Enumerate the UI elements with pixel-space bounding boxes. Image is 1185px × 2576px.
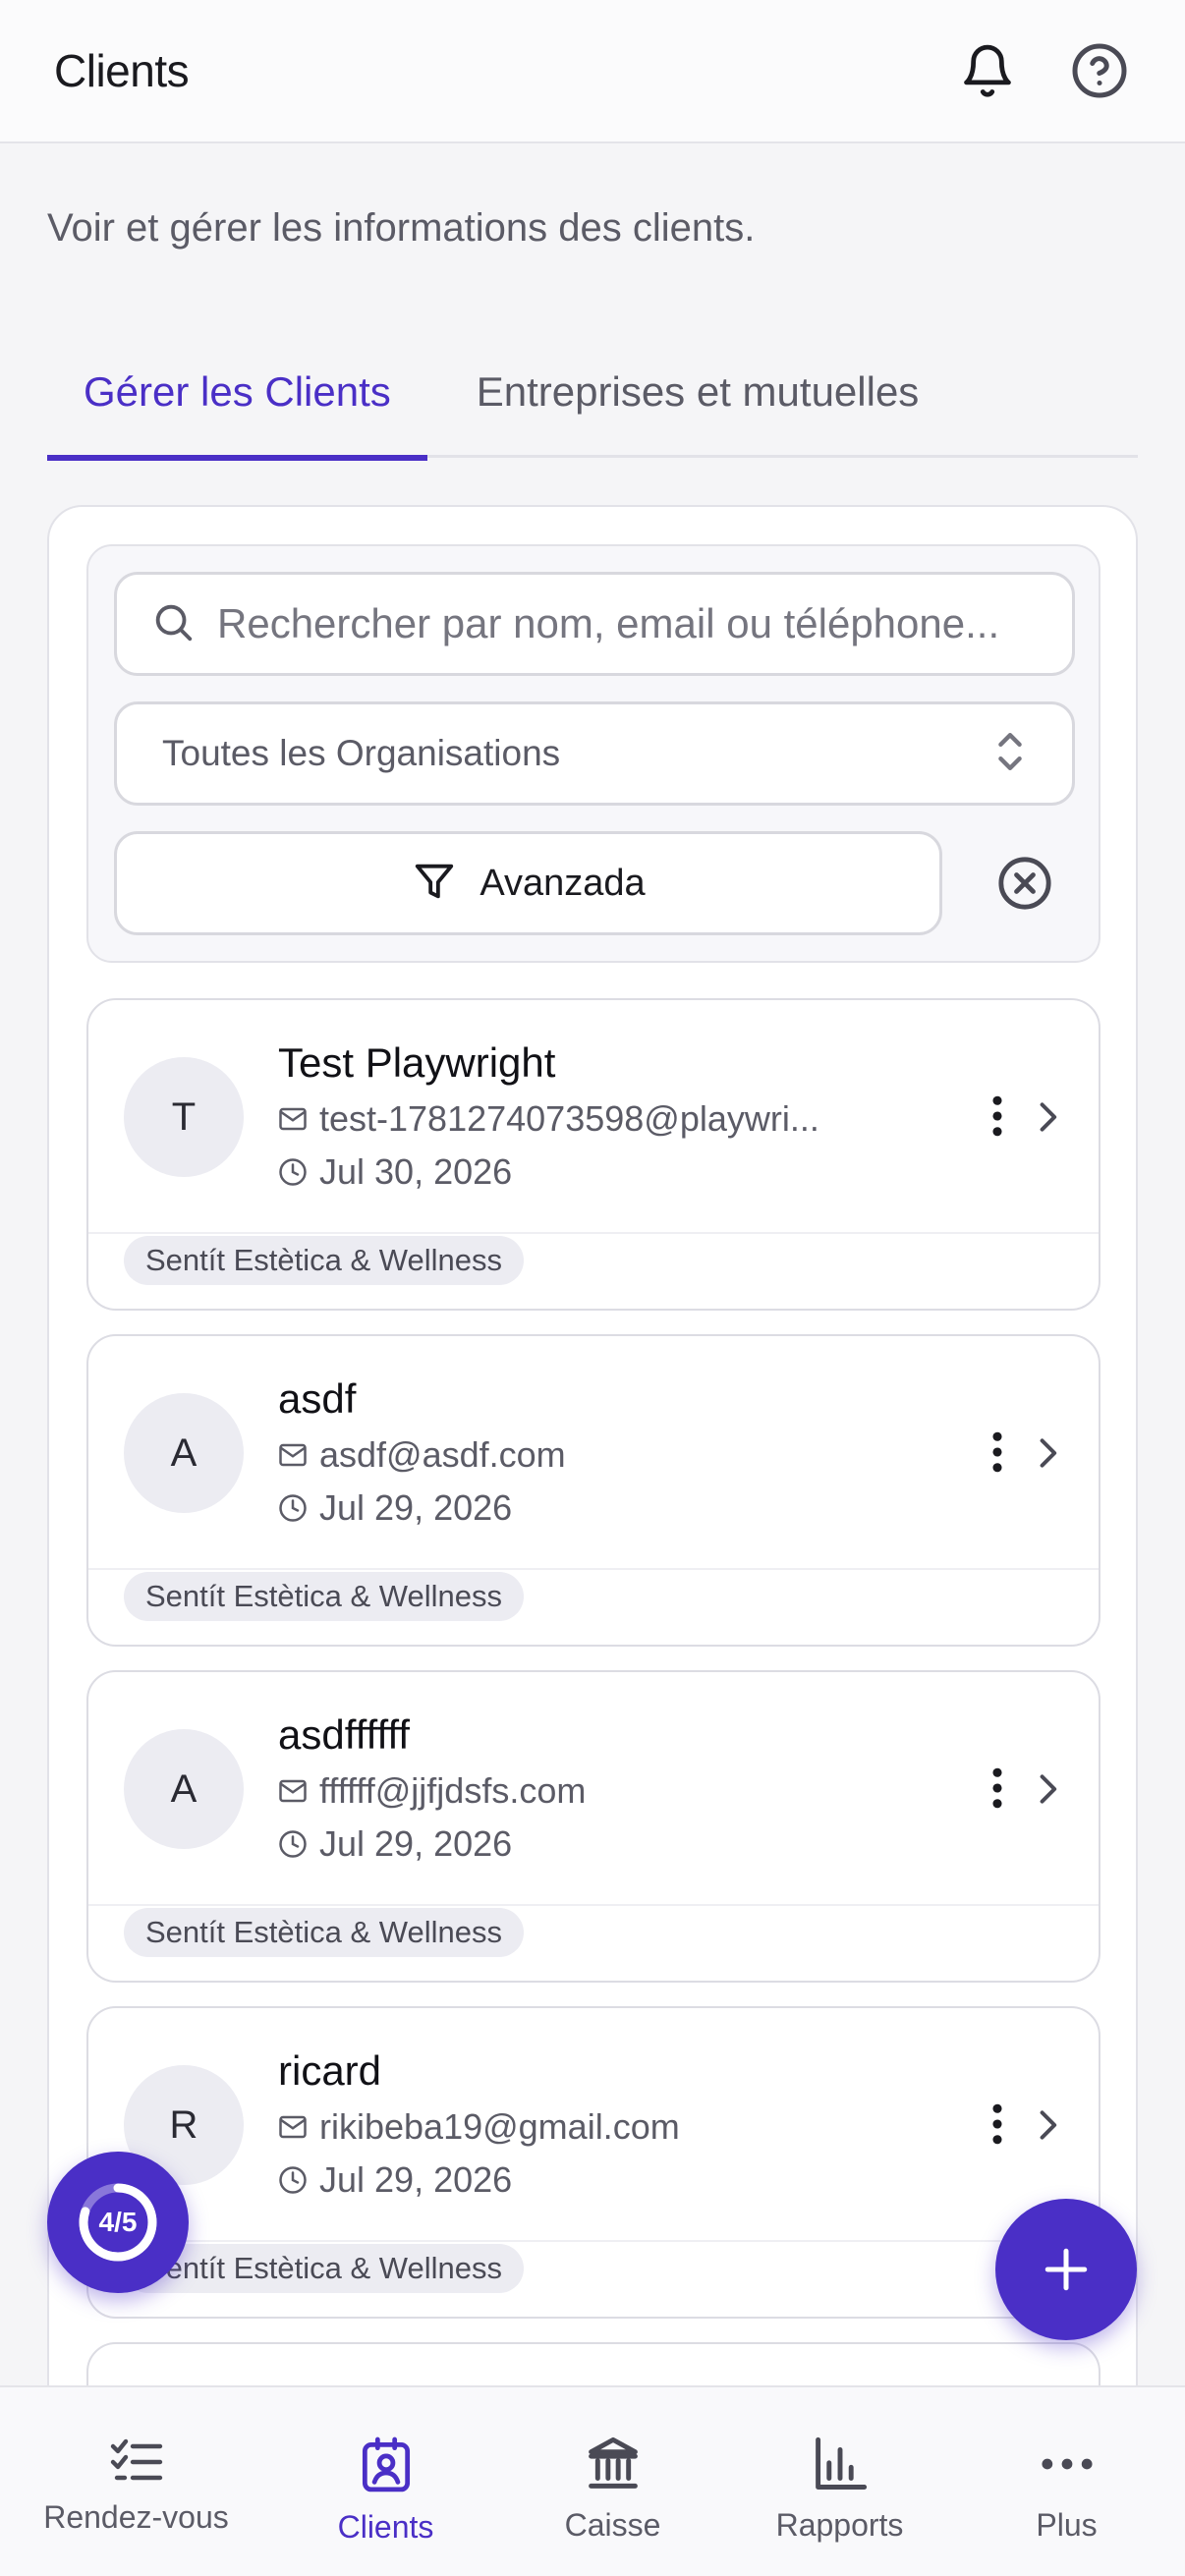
- page-subtitle: Voir et gérer les informations des clien…: [47, 206, 756, 250]
- nav-label: Rendez-vous: [43, 2499, 229, 2535]
- organisation-select-value: Toutes les Organisations: [162, 733, 561, 773]
- client-avatar: A: [124, 1393, 244, 1513]
- client-name: ricard: [278, 2047, 382, 2094]
- filter-funnel-icon: [411, 859, 458, 909]
- clock-icon: [278, 2165, 308, 2195]
- advanced-filter-label: Avanzada: [480, 862, 646, 904]
- organisation-select[interactable]: Toutes les Organisations: [114, 701, 1075, 806]
- add-client-button[interactable]: [995, 2199, 1137, 2340]
- search-placeholder: Rechercher par nom, email ou téléphone..…: [217, 600, 1000, 646]
- client-date: Jul 29, 2026: [319, 1823, 513, 1864]
- chevron-right-icon[interactable]: [1028, 1094, 1067, 1140]
- clock-icon: [278, 1829, 308, 1859]
- organisation-badge: Sentít Estètica & Wellness: [124, 1908, 524, 1957]
- top-app-bar: Clients: [0, 0, 1185, 143]
- nav-label: Caisse: [564, 2507, 661, 2543]
- bar-chart-icon: [815, 2436, 867, 2490]
- client-date-row: Jul 29, 2026: [278, 1823, 512, 1865]
- clock-icon: [278, 1493, 308, 1523]
- client-date: Jul 29, 2026: [319, 2159, 513, 2200]
- client-date: Jul 30, 2026: [319, 1151, 513, 1192]
- checklist-icon: [110, 2438, 162, 2481]
- client-date-row: Jul 29, 2026: [278, 2159, 512, 2201]
- page-title: Clients: [54, 45, 190, 96]
- client-card[interactable]: T Test Playwright test-1781274073598@pla…: [86, 998, 1100, 1311]
- organisation-badge: Sentít Estètica & Wellness: [124, 1236, 524, 1285]
- client-email-row: rikibeba19@gmail.com: [278, 2106, 680, 2148]
- more-horizontal-icon: [1041, 2458, 1093, 2470]
- chevron-right-icon[interactable]: [1028, 1430, 1067, 1476]
- nav-item-reports[interactable]: Rapports: [726, 2387, 953, 2576]
- client-name: Test Playwright: [278, 1039, 556, 1086]
- chevron-right-icon[interactable]: [1028, 1766, 1067, 1812]
- client-name: asdf: [278, 1375, 357, 1422]
- clock-icon: [278, 1157, 308, 1187]
- mail-icon: [278, 1776, 308, 1806]
- client-email-row: asdf@asdf.com: [278, 1434, 566, 1476]
- client-date: Jul 29, 2026: [319, 1487, 513, 1528]
- client-card-icon: [362, 2436, 410, 2492]
- client-name: asdffffff: [278, 1711, 410, 1758]
- tab-manage-clients[interactable]: Gérer les Clients: [47, 354, 427, 461]
- nav-label: Rapports: [775, 2507, 904, 2543]
- client-date-row: Jul 30, 2026: [278, 1151, 512, 1193]
- client-email-row: test-1781274073598@playwri...: [278, 1098, 819, 1140]
- mail-icon: [278, 2112, 308, 2142]
- search-input[interactable]: Rechercher par nom, email ou téléphone..…: [114, 572, 1075, 676]
- client-date-row: Jul 29, 2026: [278, 1487, 512, 1529]
- chevron-up-down-icon: [993, 728, 1027, 780]
- clients-panel: Rechercher par nom, email ou téléphone..…: [47, 505, 1138, 2576]
- chevron-right-icon[interactable]: [1028, 2102, 1067, 2148]
- bottom-navigation: Rendez-vous Clients Caisse Rapports Plus: [0, 2385, 1185, 2576]
- nav-item-cash[interactable]: Caisse: [499, 2387, 726, 2576]
- advanced-filter-button[interactable]: Avanzada: [114, 831, 942, 935]
- notifications-bell-icon[interactable]: [956, 39, 1019, 102]
- clear-filters-icon[interactable]: [994, 853, 1055, 914]
- nav-item-clients[interactable]: Clients: [272, 2387, 499, 2576]
- client-card[interactable]: A asdf asdf@asdf.com Jul 29, 2026 Sentít…: [86, 1334, 1100, 1647]
- filters-box: Rechercher par nom, email ou téléphone..…: [86, 544, 1100, 963]
- more-vertical-icon[interactable]: [983, 1423, 1012, 1482]
- client-card[interactable]: A asdffffff ffffff@jjfjdsfs.com Jul 29, …: [86, 1670, 1100, 1983]
- nav-item-more[interactable]: Plus: [953, 2387, 1180, 2576]
- plus-icon: [1044, 2248, 1088, 2291]
- card-divider: [88, 2240, 1099, 2242]
- nav-item-appointments[interactable]: Rendez-vous: [0, 2387, 272, 2576]
- client-avatar: T: [124, 1057, 244, 1177]
- bank-icon: [588, 2436, 638, 2489]
- mail-icon: [278, 1104, 308, 1134]
- onboarding-progress-button[interactable]: 4/5: [47, 2152, 189, 2293]
- client-tabs: Gérer les Clients Entreprises et mutuell…: [47, 354, 1138, 461]
- card-divider: [88, 1904, 1099, 1906]
- client-email: rikibeba19@gmail.com: [319, 2106, 680, 2147]
- tab-companies-insurers[interactable]: Entreprises et mutuelles: [427, 354, 956, 458]
- more-vertical-icon[interactable]: [983, 1087, 1012, 1146]
- more-vertical-icon[interactable]: [983, 2095, 1012, 2154]
- progress-label: 4/5: [98, 2207, 138, 2237]
- mail-icon: [278, 1440, 308, 1470]
- client-email: asdf@asdf.com: [319, 1434, 566, 1475]
- organisation-badge: Sentít Estètica & Wellness: [124, 1572, 524, 1621]
- client-email-row: ffffff@jjfjdsfs.com: [278, 1770, 586, 1812]
- client-email: ffffff@jjfjdsfs.com: [319, 1770, 587, 1811]
- client-email: test-1781274073598@playwri...: [319, 1098, 819, 1139]
- more-vertical-icon[interactable]: [983, 1759, 1012, 1818]
- card-divider: [88, 1232, 1099, 1234]
- card-divider: [88, 1568, 1099, 1570]
- nav-label: Clients: [337, 2509, 434, 2545]
- search-icon: [150, 599, 196, 649]
- organisation-badge: Sentít Estètica & Wellness: [124, 2244, 524, 2293]
- nav-label: Plus: [1036, 2507, 1098, 2543]
- client-card[interactable]: R ricard rikibeba19@gmail.com Jul 29, 20…: [86, 2006, 1100, 2319]
- help-icon[interactable]: [1068, 39, 1131, 102]
- client-avatar: A: [124, 1729, 244, 1849]
